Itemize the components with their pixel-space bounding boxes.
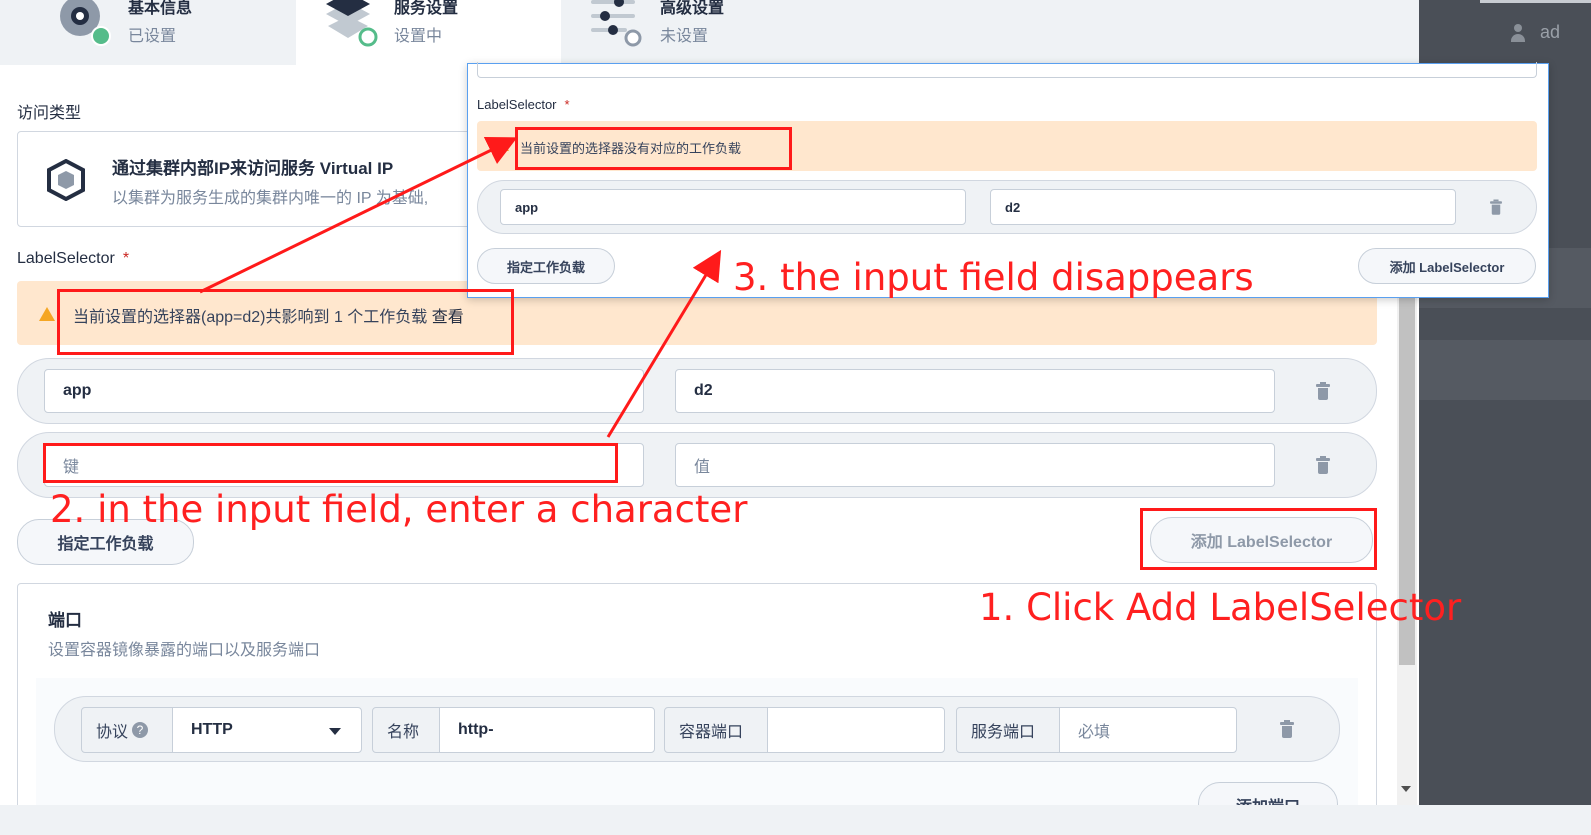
arrow-icon (199, 137, 518, 294)
annotation-step2: 2. in the input field, enter a character (50, 488, 748, 531)
annotation-arrows (199, 137, 722, 438)
annotation-step3: 3. the input field disappears (733, 256, 1254, 299)
arrow-icon (606, 249, 722, 438)
annotation-step1: 1. Click Add LabelSelector (979, 586, 1462, 629)
